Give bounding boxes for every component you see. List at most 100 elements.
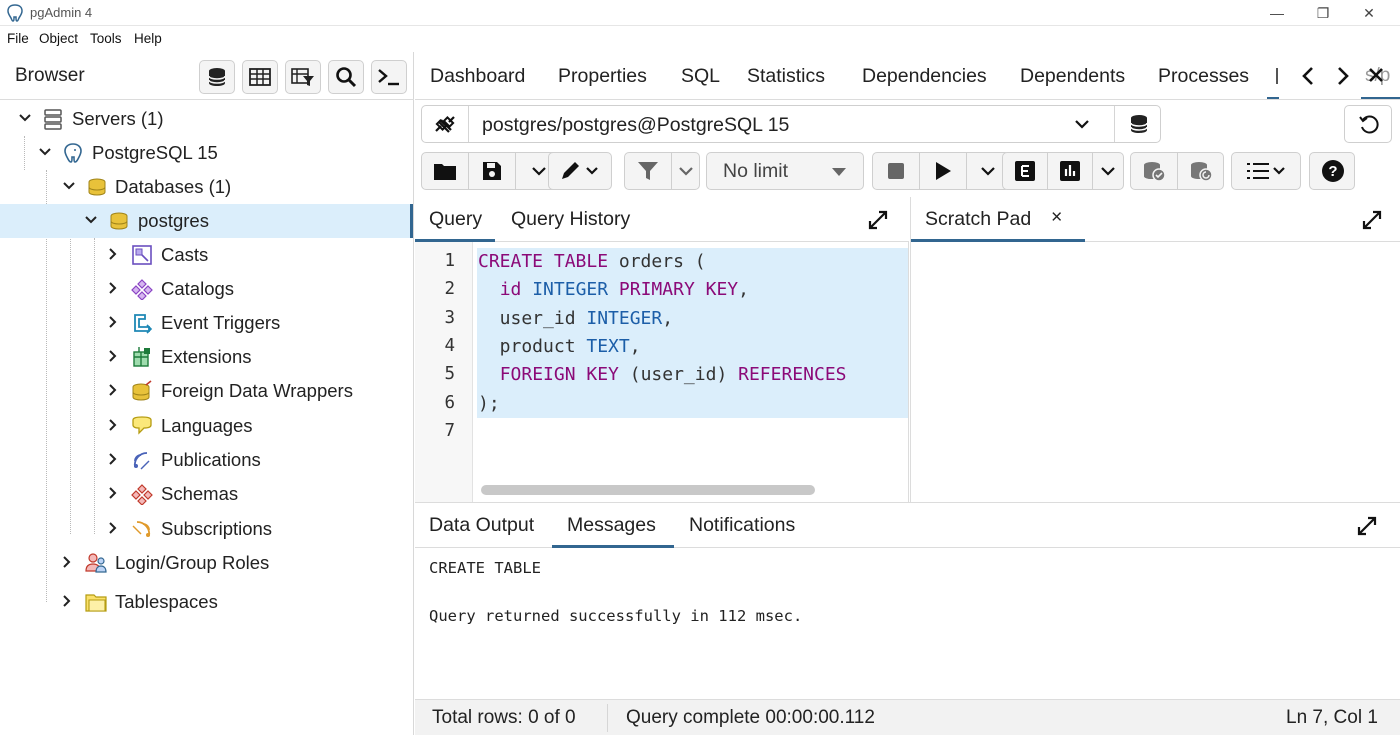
chevron-right-icon[interactable] (106, 521, 120, 535)
close-scratch-button[interactable]: × (1051, 206, 1062, 229)
table-icon (249, 68, 271, 86)
menu-object[interactable]: Object (39, 31, 78, 46)
tree-label: Login/Group Roles (115, 552, 270, 573)
code-line: CREATE TABLE orders ( (478, 251, 706, 272)
chevron-down-icon[interactable] (18, 111, 32, 125)
tree-item-tablespaces[interactable]: Tablespaces (0, 585, 413, 619)
chevron-right-icon[interactable] (106, 247, 120, 261)
close-window-button[interactable]: ✕ (1346, 0, 1392, 26)
tree-item-languages[interactable]: Languages (0, 409, 413, 443)
tree-item-casts[interactable]: Casts (0, 238, 413, 272)
tab-properties[interactable]: Properties (558, 65, 647, 88)
scratch-pad-editor[interactable] (910, 242, 1400, 502)
chevron-down-icon[interactable] (1074, 117, 1090, 131)
publications-icon (131, 449, 153, 471)
tree-item-publications[interactable]: Publications (0, 443, 413, 477)
divider (1114, 106, 1115, 142)
tree-label: postgres (138, 210, 209, 231)
tree-item-databases[interactable]: Databases (1) (0, 170, 413, 204)
chevron-right-icon[interactable] (106, 315, 120, 329)
tab-messages[interactable]: Messages (567, 514, 656, 537)
expand-icon[interactable] (1361, 209, 1383, 231)
filter-options-dropdown[interactable] (672, 153, 700, 189)
explain-analyze-button[interactable] (1048, 153, 1092, 189)
chevron-down-icon[interactable] (84, 213, 98, 227)
chevron-right-icon[interactable] (60, 555, 74, 569)
rollback-button[interactable] (1178, 153, 1224, 189)
tree-label: Publications (161, 449, 261, 470)
terminal-icon (378, 69, 399, 86)
macros-button[interactable] (1231, 152, 1301, 190)
tab-sql[interactable]: SQL (681, 65, 720, 88)
help-button[interactable]: ? (1309, 152, 1355, 190)
tree-item-foreign-data-wrappers[interactable]: Foreign Data Wrappers (0, 374, 413, 408)
chevron-right-icon[interactable] (106, 349, 120, 363)
tree-item-subscriptions[interactable]: Subscriptions (0, 512, 413, 546)
chevron-right-icon[interactable] (106, 486, 120, 500)
tree-item-schemas[interactable]: Schemas (0, 477, 413, 511)
tab-dashboard[interactable]: Dashboard (430, 65, 525, 88)
open-file-button[interactable] (422, 153, 468, 189)
tree-item-catalogs[interactable]: Catalogs (0, 272, 413, 306)
explain-options-dropdown[interactable] (1093, 153, 1123, 189)
tree-item-postgres[interactable]: postgres (0, 204, 413, 238)
code-line: user_id INTEGER, (478, 308, 674, 329)
psql-tool-button[interactable] (371, 60, 407, 94)
main-tabs: Dashboard Properties SQL Statistics Depe… (415, 52, 1400, 100)
active-tab-indicator (1267, 52, 1279, 99)
connection-selector[interactable]: postgres/postgres@PostgreSQL 15 (421, 105, 1161, 143)
text-selection (477, 248, 908, 418)
stop-button[interactable] (873, 153, 919, 189)
menu-help[interactable]: Help (134, 31, 162, 46)
tab-query[interactable]: Query (429, 208, 482, 231)
tab-query-history[interactable]: Query History (511, 208, 630, 231)
tree-item-event-triggers[interactable]: Event Triggers (0, 306, 413, 340)
tab-statistics[interactable]: Statistics (747, 65, 825, 88)
chevron-right-icon[interactable] (60, 594, 74, 608)
new-connection-button[interactable] (1128, 113, 1150, 135)
sql-editor[interactable]: 1 2 3 4 5 6 7 CREATE TABLE orders ( id I… (415, 242, 909, 502)
tree-item-extensions[interactable]: Extensions (0, 340, 413, 374)
tabs-scroll-left-button[interactable] (1298, 64, 1320, 88)
search-objects-button[interactable] (328, 60, 364, 94)
menu-tools[interactable]: Tools (90, 31, 122, 46)
explain-button[interactable] (1003, 153, 1047, 189)
tree-item-servers[interactable]: Servers (1) (0, 102, 413, 136)
save-icon (483, 162, 501, 180)
tab-scratch-pad[interactable]: Scratch Pad (925, 208, 1031, 231)
menu-file[interactable]: File (7, 31, 29, 46)
chevron-down-icon[interactable] (62, 179, 76, 193)
chevron-right-icon[interactable] (106, 418, 120, 432)
expand-icon[interactable] (1356, 515, 1378, 537)
minimize-button[interactable]: — (1254, 0, 1300, 26)
chevron-right-icon[interactable] (106, 452, 120, 466)
edit-button[interactable] (548, 152, 612, 190)
execute-button[interactable] (920, 153, 966, 189)
tab-notifications[interactable]: Notifications (689, 514, 795, 537)
row-limit-select[interactable]: No limit (706, 152, 864, 190)
save-file-button[interactable] (469, 153, 515, 189)
chevron-right-icon[interactable] (106, 281, 120, 295)
tab-dependencies[interactable]: Dependencies (862, 65, 987, 88)
object-explorer-button[interactable] (199, 60, 235, 94)
expand-icon[interactable] (867, 209, 889, 231)
restore-button[interactable]: ❐ (1300, 0, 1346, 26)
tab-query-tool[interactable]: s/p (1361, 52, 1400, 99)
tree-label: Schemas (161, 483, 239, 504)
database-commit-icon (1144, 162, 1166, 182)
commit-button[interactable] (1131, 153, 1177, 189)
tab-dependents[interactable]: Dependents (1020, 65, 1125, 88)
horizontal-scrollbar[interactable] (481, 485, 815, 495)
tabs-scroll-right-button[interactable] (1331, 64, 1353, 88)
chevron-down-icon[interactable] (38, 145, 52, 159)
filter-button-group (624, 152, 700, 190)
filtered-rows-button[interactable] (285, 60, 321, 94)
tree-item-login-group-roles[interactable]: Login/Group Roles (0, 546, 413, 580)
refresh-button[interactable] (1344, 105, 1392, 143)
view-data-button[interactable] (242, 60, 278, 94)
filter-button[interactable] (625, 153, 671, 189)
tree-item-postgresql-15[interactable]: PostgreSQL 15 (0, 136, 413, 170)
tab-processes[interactable]: Processes (1158, 65, 1249, 88)
tab-data-output[interactable]: Data Output (429, 514, 534, 537)
chevron-right-icon[interactable] (106, 383, 120, 397)
